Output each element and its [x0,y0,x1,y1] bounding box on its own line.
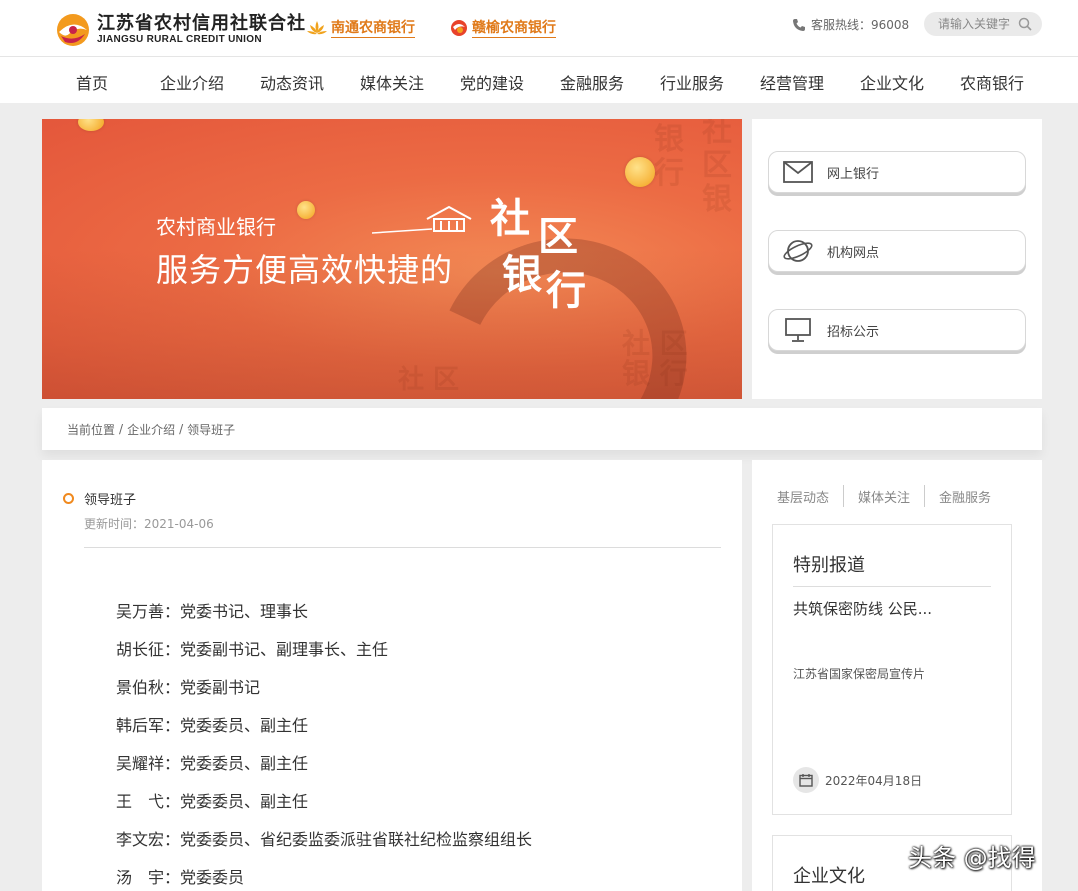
phone-icon [793,18,805,31]
article-title: 领导班子 [84,493,137,508]
breadcrumb-link-company[interactable]: 企业介绍 [127,421,175,438]
article-updated-date: 更新时间：2021-04-06 [84,517,214,531]
house-line-icon [372,205,472,234]
leader-entry: 景伯秋：党委副书记 [116,678,261,697]
tab-financial-services[interactable]: 金融服务 [939,487,991,506]
breadcrumb-current: 领导班子 [187,422,236,437]
article-header: 领导班子 [63,489,136,508]
sidebar: 基层动态 媒体关注 金融服务 特别报道 共筑保密防线 公民... 江苏省国家保密… [752,460,1042,891]
nav-financial-services[interactable]: 金融服务 [542,70,642,94]
partner-name: 南通农商银行 [331,19,415,38]
logo-emblem-icon [55,12,91,48]
nav-news[interactable]: 动态资讯 [242,70,342,94]
top-header: 江苏省农村信用社联合社 JIANGSU RURAL CREDIT UNION 南… [0,0,1078,57]
nav-media[interactable]: 媒体关注 [342,70,442,94]
article-panel: 领导班子 更新时间：2021-04-06 吴万善：党委书记、理事长 胡长征：党委… [42,460,742,891]
nav-management[interactable]: 经营管理 [742,70,842,94]
nav-rural-banks[interactable]: 农商银行 [942,70,1042,94]
quick-links-panel: 网上银行 机构网点 招标公示 [752,119,1042,399]
mail-icon [783,161,813,183]
breadcrumb-prefix: 当前位置 [67,422,116,437]
logo-chinese-name: 江苏省农村信用社联合社 [97,13,306,34]
quick-link-label: 网上银行 [827,166,880,182]
partner-name: 赣榆农商银行 [472,19,556,38]
faint-calligraphy: 社 区 [398,365,460,395]
banner-calligraphy-char: 社 [490,195,530,242]
tender-notice-button[interactable]: 招标公示 [768,309,1026,351]
nav-company-intro[interactable]: 企业介绍 [142,70,242,94]
breadcrumb: 当前位置 / 企业介绍 / 领导班子 [42,408,1042,450]
leader-entry: 李文宏：党委委员、省纪委监委派驻省联社纪检监察组组长 [116,830,533,849]
divider [793,586,991,587]
leader-entry: 吴耀祥：党委委员、副主任 [116,754,309,773]
main-nav: 首页 企业介绍 动态资讯 媒体关注 党的建设 金融服务 行业服务 经营管理 企业… [0,57,1078,103]
coin-decoration [78,119,104,131]
special-report-heading: 特别报道 [793,555,865,576]
tab-grassroots-news[interactable]: 基层动态 [777,487,829,506]
monitor-icon [785,318,811,342]
tab-media[interactable]: 媒体关注 [858,487,910,506]
coin-decoration [297,201,315,219]
nav-party-building[interactable]: 党的建设 [442,70,542,94]
banner-calligraphy-char: 银 [502,251,542,298]
partner-link-ganyu[interactable]: 赣榆农商银行 [449,17,556,39]
news-date-text: 2022年04月18日 [825,773,923,788]
news-title-link[interactable]: 共筑保密防线 公民... [793,598,932,619]
faint-calligraphy: 银行 [654,122,684,191]
calendar-icon [793,767,819,793]
news-description: 江苏省国家保密局宣传片 [793,667,926,681]
culture-heading: 企业文化 [793,866,865,887]
leader-entry: 王 弋：党委委员、副主任 [116,792,309,811]
faint-calligraphy: 社 区银 行 [622,327,688,390]
leader-entry: 汤 宇：党委委员 [116,868,245,887]
search-icon[interactable] [1018,17,1032,31]
site-logo[interactable]: 江苏省农村信用社联合社 JIANGSU RURAL CREDIT UNION [55,12,306,48]
search-box [924,12,1042,36]
lotus-icon [307,21,327,35]
banner-calligraphy-char: 行 [546,267,586,314]
banner-title: 服务方便高效快捷的 [156,251,454,289]
quick-link-label: 招标公示 [827,324,880,340]
quick-link-label: 机构网点 [827,245,880,261]
banner-calligraphy-char: 区 [538,213,578,260]
customer-hotline: 客服热线：96008 [792,16,909,33]
nav-home[interactable]: 首页 [42,70,142,94]
partner-link-nantong[interactable]: 南通农商银行 [306,17,415,39]
partner-logo-icon [451,20,467,36]
globe-icon [783,240,813,262]
coin-decoration [625,157,655,187]
leader-entry: 韩后军：党委委员、副主任 [116,716,309,735]
news-date: 2022年04月18日 [793,767,922,793]
nav-industry-services[interactable]: 行业服务 [642,70,742,94]
branch-locator-button[interactable]: 机构网点 [768,230,1026,272]
logo-english-name: JIANGSU RURAL CREDIT UNION [97,34,262,45]
leader-entry: 胡长征：党委副书记、副理事长、主任 [116,640,389,659]
sidebar-tabs: 基层动态 媒体关注 金融服务 [777,485,991,507]
leader-entry: 吴万善：党委书记、理事长 [116,602,309,621]
banner-subtitle: 农村商业银行 [156,215,276,239]
hero-banner[interactable]: 银行 社区银 社 区银 行 社 区 农村商业银行 服务方便高效快捷的 社 区 银… [42,119,742,399]
online-banking-button[interactable]: 网上银行 [768,151,1026,193]
nav-culture[interactable]: 企业文化 [842,70,942,94]
hotline-text: 客服热线：96008 [811,18,910,32]
circle-bullet-icon [63,493,74,504]
search-input[interactable] [938,17,1018,31]
watermark: 头条 @找得 [908,844,1036,872]
divider [84,547,721,548]
special-report-card[interactable]: 特别报道 共筑保密防线 公民... 江苏省国家保密局宣传片 2022年04月18… [772,524,1012,815]
faint-calligraphy: 社区银 [702,119,732,217]
